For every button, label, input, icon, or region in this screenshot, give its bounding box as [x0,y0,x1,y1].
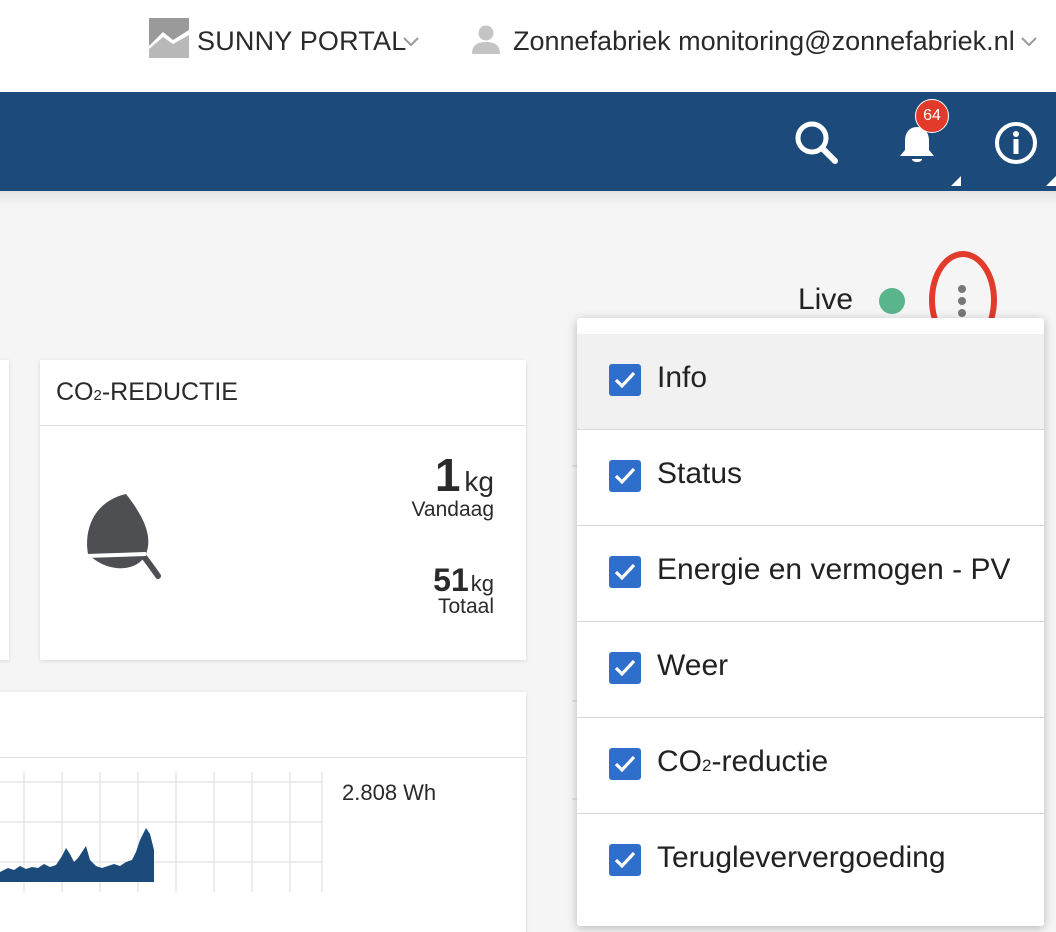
energy-chart [0,772,330,922]
co2-total-unit: kg [470,571,494,596]
checkbox-checked[interactable] [609,652,641,684]
menu-item-info[interactable]: Info [577,334,1044,430]
energy-card: 2.808 Wh [0,692,526,932]
menu-item-feed-in-compensation[interactable]: Terugleververgoeding [577,814,1044,910]
menu-item-energy-power-pv[interactable]: Energie en vermogen - PV [577,526,1044,622]
info-icon[interactable] [994,121,1038,165]
checkbox-checked[interactable] [609,364,641,396]
checkbox-checked[interactable] [609,556,641,588]
menu-item-label: Info [657,361,708,394]
live-status-label: Live [798,283,854,316]
menu-item-label-suffix: -reductie [711,745,829,778]
energy-max-value-label: 2.808 Wh [342,780,437,805]
notification-count-badge: 64 [915,99,949,133]
menu-item-status[interactable]: Status [577,430,1044,526]
menu-item-label: CO2-reductie [657,745,828,779]
sunny-portal-logo-icon [149,18,189,58]
menu-item-co2-reduction[interactable]: CO2-reductie [577,718,1044,814]
card-title-prefix: CO [56,378,94,406]
co2-total: 51kg Totaal [433,562,494,619]
co2-today-label: Vandaag [411,498,494,521]
search-icon[interactable] [793,119,839,165]
menu-item-label: Status [657,457,743,490]
co2-total-value: 51 [433,562,469,598]
menu-item-label: Weer [657,649,729,682]
chevron-down-icon[interactable] [403,37,419,47]
menu-item-label: Terugleververgoeding [657,841,946,874]
energy-area-series [0,828,154,882]
user-account-label[interactable]: Zonnefabriek monitoring@zonnefabriek.nl [513,26,1015,57]
checkbox-checked[interactable] [609,460,641,492]
co2-total-label: Totaal [437,595,494,618]
partial-card [0,360,9,660]
portal-switcher-label[interactable]: SUNNY PORTAL [197,26,406,57]
co2-today: 1 kg Vandaag [411,448,494,522]
checkbox-checked[interactable] [609,748,641,780]
checkbox-checked[interactable] [609,844,641,876]
navbar-shadow [0,191,1056,205]
chevron-down-icon[interactable] [1021,37,1037,47]
top-bar: SUNNY PORTAL Zonnefabriek monitoring@zon… [0,0,1056,92]
user-icon [471,24,501,56]
menu-item-label-prefix: CO [657,745,702,778]
widget-visibility-menu: Info Status Energie en vermogen - PV Wee… [577,318,1044,926]
co2-today-value: 1 [434,449,461,501]
dropdown-corner-indicator [951,176,961,186]
card-header [0,692,526,758]
dropdown-corner-indicator [1046,176,1056,186]
co2-today-unit: kg [464,466,494,497]
live-status-indicator [879,288,905,314]
card-title-suffix: -REDUCTIE [101,378,238,406]
card-title-subscript: 2 [93,387,102,404]
menu-item-label: Energie en vermogen - PV [657,553,1011,586]
menu-item-weather[interactable]: Weer [577,622,1044,718]
co2-reduction-card: CO2-REDUCTIE 1 kg Vandaag 51kg Totaal [40,360,526,660]
leaf-icon [82,492,162,582]
card-title: CO2-REDUCTIE [40,360,526,426]
